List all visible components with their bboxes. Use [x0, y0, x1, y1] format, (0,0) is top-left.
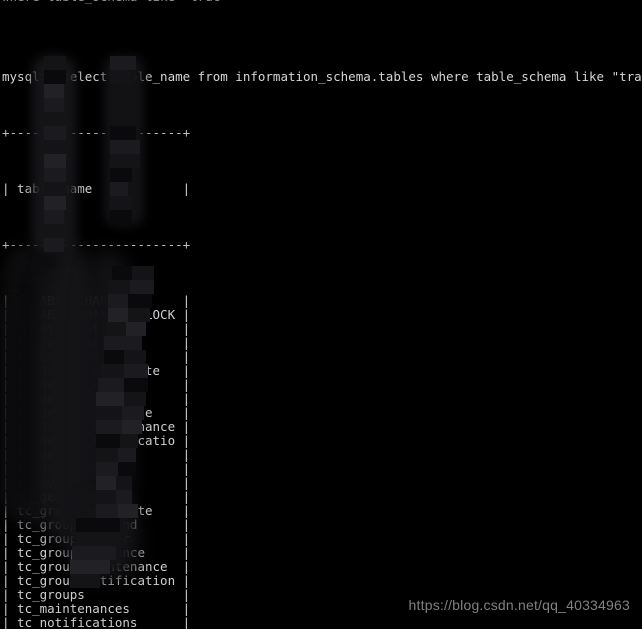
- table-row: | tc_group_command |: [2, 517, 191, 532]
- table-row: | DATABASECHANGELOG |: [2, 293, 191, 308]
- table-rows: | DATABASECHANGELOG | | DATABASECHANGELOG…: [0, 294, 642, 629]
- table-rule-header: +-----------------------+: [2, 237, 191, 252]
- table-row: | tc_device_command |: [2, 377, 191, 392]
- table-header-row: | table_name |: [2, 181, 191, 196]
- table-row: | tc_notifications |: [2, 615, 191, 629]
- table-row: | tc_group_maintenance |: [2, 559, 191, 574]
- table-row: | tc_device_maintenance |: [2, 419, 191, 434]
- csdn-blog-watermark: https://blog.csdn.net/qq_40334963: [408, 597, 630, 613]
- table-row: | tc_calendars |: [2, 335, 191, 350]
- table-row: | tc_devices |: [2, 447, 191, 462]
- table-row: | DATABASECHANGELOGLOCK |: [2, 307, 191, 322]
- table-row: | tc_drivers |: [2, 461, 191, 476]
- table-row: | tc_group_driver |: [2, 531, 191, 546]
- table-row: | tc_group_notification |: [2, 573, 191, 588]
- table-row: | tc_device_driver |: [2, 391, 191, 406]
- table-row: | tc_attributes |: [2, 321, 191, 336]
- terminal-output-pane[interactable]: where table_schema like "trac mysql> sel…: [0, 0, 642, 629]
- mysql-prompt-line: mysql> select table_name from informatio…: [2, 69, 642, 84]
- terminal-top-cut-line: where table_schema like "trac: [0, 0, 642, 4]
- table-rule-top: +-----------------------+: [2, 125, 191, 140]
- table-row: | tc_device_attribute |: [2, 363, 191, 378]
- table-row: | tc_commands |: [2, 349, 191, 364]
- table-row: | tc_geofences |: [2, 489, 191, 504]
- table-row: | tc_events |: [2, 475, 191, 490]
- table-row: | tc_device_notificatio |: [2, 433, 191, 448]
- table-row: | tc_group_attribute |: [2, 503, 191, 518]
- table-row: | tc_device_geofence |: [2, 405, 191, 420]
- table-row: | tc_group_geofence |: [2, 545, 191, 560]
